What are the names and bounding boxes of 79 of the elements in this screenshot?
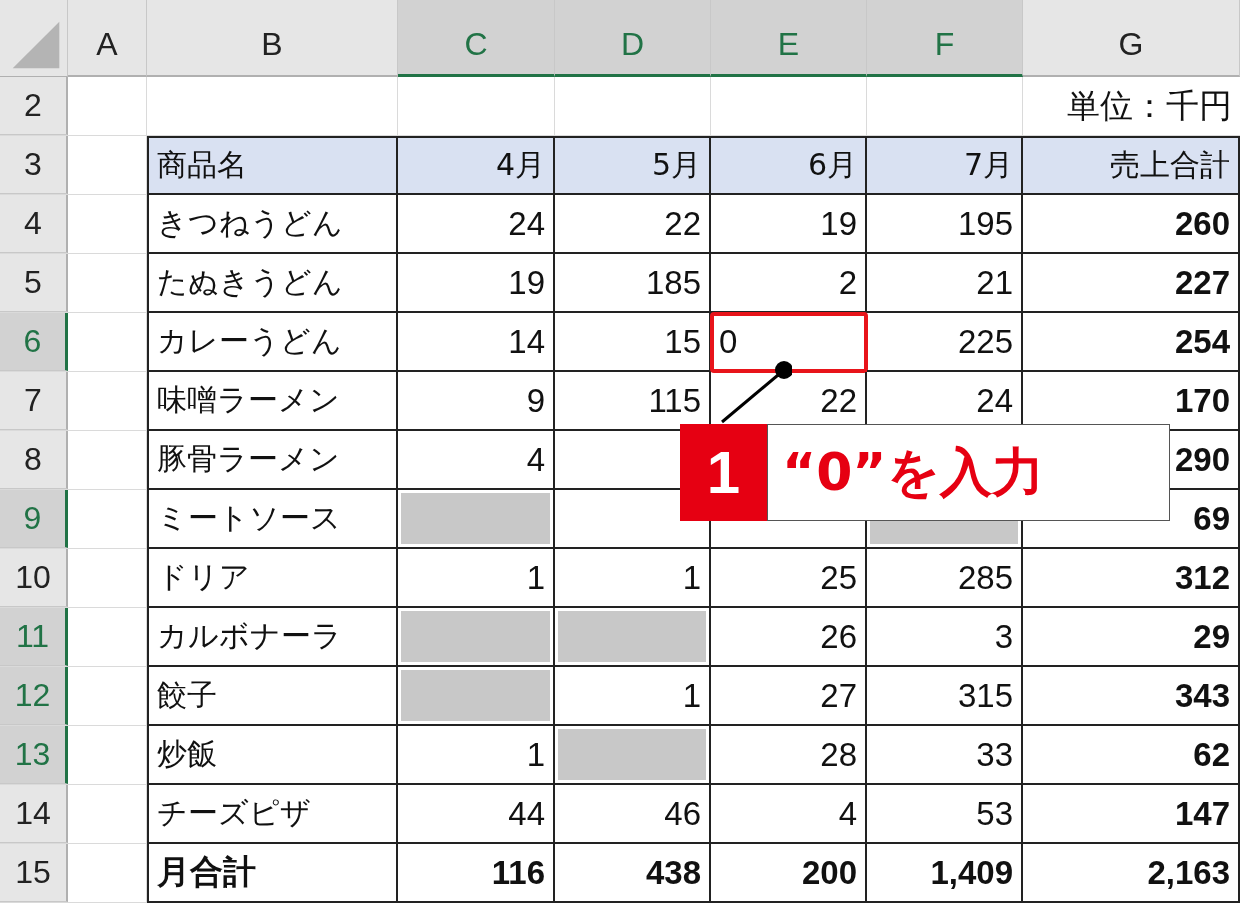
- table-cell: 185: [555, 254, 711, 313]
- column-header[interactable]: G: [1023, 0, 1240, 77]
- column-header[interactable]: E: [711, 0, 867, 77]
- input-field[interactable]: 0: [711, 313, 867, 372]
- table-cell: ドリア: [147, 549, 398, 608]
- table-header: 売上合計: [1023, 136, 1240, 195]
- table-cell: 312: [1023, 549, 1240, 608]
- table-cell: 28: [711, 726, 867, 785]
- table-cell: 19: [398, 254, 555, 313]
- table-cell: 53: [867, 785, 1023, 844]
- table-cell: 285: [867, 549, 1023, 608]
- table-cell: 1: [555, 549, 711, 608]
- table-cell: 315: [867, 667, 1023, 726]
- table-cell: ミートソース: [147, 490, 398, 549]
- table-cell: 62: [1023, 726, 1240, 785]
- table-cell: カレーうどん: [147, 313, 398, 372]
- table-cell: 3: [867, 608, 1023, 667]
- table-cell: 豚骨ラーメン: [147, 431, 398, 490]
- table-cell: 9: [398, 372, 555, 431]
- table-cell: 餃子: [147, 667, 398, 726]
- table-cell: 1: [398, 726, 555, 785]
- column-header[interactable]: D: [555, 0, 711, 77]
- table-cell: 227: [1023, 254, 1240, 313]
- table-cell: 254: [1023, 313, 1240, 372]
- row-header[interactable]: 7: [0, 372, 68, 430]
- column-header[interactable]: F: [867, 0, 1023, 77]
- table-cell: 炒飯: [147, 726, 398, 785]
- table-cell: 225: [867, 313, 1023, 372]
- row-header[interactable]: 5: [0, 254, 68, 312]
- table-cell: 343: [1023, 667, 1240, 726]
- table-header: 6月: [711, 136, 867, 195]
- table-cell: 27: [711, 667, 867, 726]
- table-cell: 14: [398, 313, 555, 372]
- row-header[interactable]: 8: [0, 431, 68, 489]
- row-header[interactable]: 9: [0, 490, 68, 548]
- row-header[interactable]: 2: [0, 77, 68, 135]
- column-header[interactable]: A: [68, 0, 147, 77]
- unit-label: 単位：千円: [1067, 85, 1232, 126]
- table-cell: 味噌ラーメン: [147, 372, 398, 431]
- table-cell: 147: [1023, 785, 1240, 844]
- table-cell: 4: [711, 785, 867, 844]
- table-cell: 21: [867, 254, 1023, 313]
- table-cell: 4: [398, 431, 555, 490]
- table-cell: 1: [398, 549, 555, 608]
- table-cell: 25: [711, 549, 867, 608]
- column-header[interactable]: C: [398, 0, 555, 77]
- callout-text: “0”を入力: [767, 424, 1170, 521]
- table-cell: 2: [711, 254, 867, 313]
- row-header[interactable]: 13: [0, 726, 68, 784]
- table-cell: 44: [398, 785, 555, 844]
- table-cell: 1: [555, 667, 711, 726]
- table-cell: たぬきうどん: [147, 254, 398, 313]
- table-cell: 19: [711, 195, 867, 254]
- table-cell: きつねうどん: [147, 195, 398, 254]
- row-header[interactable]: 6: [0, 313, 68, 371]
- row-header[interactable]: 14: [0, 785, 68, 843]
- table-cell: チーズピザ: [147, 785, 398, 844]
- table-cell: カルボナーラ: [147, 608, 398, 667]
- table-cell: 29: [1023, 608, 1240, 667]
- table-header: 商品名: [147, 136, 398, 195]
- table-cell: 260: [1023, 195, 1240, 254]
- row-header[interactable]: 15: [0, 844, 68, 902]
- row-header[interactable]: 11: [0, 608, 68, 666]
- table-cell: 33: [867, 726, 1023, 785]
- table-cell: 22: [555, 195, 711, 254]
- table-cell: 24: [398, 195, 555, 254]
- table-cell: 195: [867, 195, 1023, 254]
- table-cell: 26: [711, 608, 867, 667]
- row-header[interactable]: 10: [0, 549, 68, 607]
- table-cell: 46: [555, 785, 711, 844]
- table-header: 7月: [867, 136, 1023, 195]
- step-badge: 1: [680, 424, 767, 521]
- table-cell: 15: [555, 313, 711, 372]
- row-header[interactable]: 4: [0, 195, 68, 253]
- table-header: 4月: [398, 136, 555, 195]
- row-header[interactable]: 12: [0, 667, 68, 725]
- column-header[interactable]: B: [147, 0, 398, 77]
- table-header: 5月: [555, 136, 711, 195]
- row-header[interactable]: 3: [0, 136, 68, 194]
